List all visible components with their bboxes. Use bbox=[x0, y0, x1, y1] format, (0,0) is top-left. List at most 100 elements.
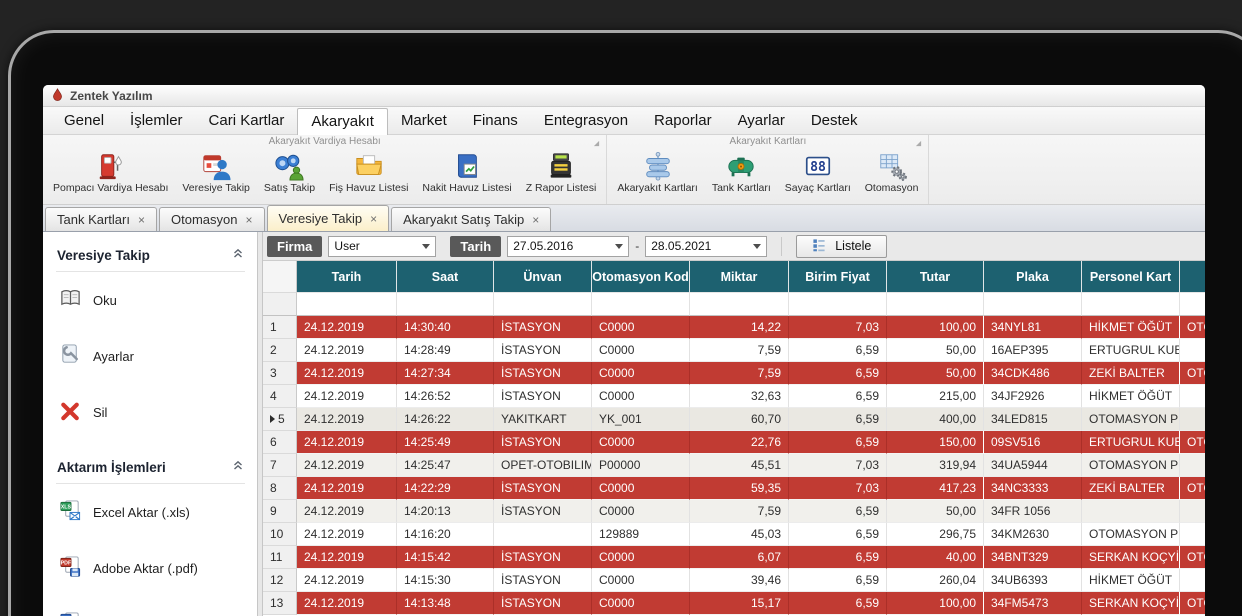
column-header-tutar[interactable]: Tutar bbox=[887, 261, 984, 293]
menu-item-genel[interactable]: Genel bbox=[51, 108, 117, 134]
cell-plaka[interactable]: 34UB6393 bbox=[984, 569, 1082, 592]
cell-kod[interactable]: P00000 bbox=[592, 454, 690, 477]
column-header-personel[interactable]: Personel Kart bbox=[1082, 261, 1180, 293]
cell-kod[interactable]: C0000 bbox=[592, 385, 690, 408]
cell-tutar[interactable]: 417,23 bbox=[887, 477, 984, 500]
filter-cell-miktar[interactable] bbox=[690, 293, 789, 316]
ribbon-button-akaryakit-kartlari[interactable]: Akaryakıt Kartları bbox=[610, 149, 705, 196]
filter-cell-tarih[interactable] bbox=[297, 293, 397, 316]
cell-plaka[interactable]: 34NC3333 bbox=[984, 477, 1082, 500]
ribbon-button-sayac-kartlari[interactable]: 88Sayaç Kartları bbox=[778, 149, 858, 196]
date-to-select[interactable]: 28.05.2021 bbox=[645, 236, 767, 257]
cell-unvan[interactable]: İSTASYON bbox=[494, 569, 592, 592]
ribbon-button-otomasyon[interactable]: Otomasyon bbox=[858, 149, 926, 196]
filter-cell-kod[interactable] bbox=[592, 293, 690, 316]
cell-plaka[interactable]: 34FM5473 bbox=[984, 592, 1082, 615]
cell-extra[interactable] bbox=[1180, 454, 1205, 477]
cell-tutar[interactable]: 40,00 bbox=[887, 546, 984, 569]
table-row[interactable]: 324.12.201914:27:34İSTASYONC00007,596,59… bbox=[263, 362, 1205, 385]
cell-tarih[interactable]: 24.12.2019 bbox=[297, 477, 397, 500]
menu-item-cari-kartlar[interactable]: Cari Kartlar bbox=[196, 108, 298, 134]
cell-kod[interactable]: C0000 bbox=[592, 477, 690, 500]
cell-plaka[interactable]: 34CDK486 bbox=[984, 362, 1082, 385]
cell-miktar[interactable]: 7,59 bbox=[690, 362, 789, 385]
cell-kod[interactable]: C0000 bbox=[592, 546, 690, 569]
cell-unvan[interactable]: İSTASYON bbox=[494, 477, 592, 500]
cell-extra[interactable]: OTO bbox=[1180, 316, 1205, 339]
table-row[interactable]: 224.12.201914:28:49İSTASYONC00007,596,59… bbox=[263, 339, 1205, 362]
cell-personel[interactable]: ERTUGRUL KUBAT bbox=[1082, 339, 1180, 362]
cell-plaka[interactable]: 34NYL81 bbox=[984, 316, 1082, 339]
table-row[interactable]: 524.12.201914:26:22YAKITKARTYK_00160,706… bbox=[263, 408, 1205, 431]
table-row[interactable]: 924.12.201914:20:13İSTASYONC00007,596,59… bbox=[263, 500, 1205, 523]
cell-saat[interactable]: 14:28:49 bbox=[397, 339, 494, 362]
cell-extra[interactable] bbox=[1180, 523, 1205, 546]
tab-otomasyon[interactable]: Otomasyon× bbox=[159, 207, 265, 231]
cell-personel[interactable]: HİKMET ÖĞÜT bbox=[1082, 385, 1180, 408]
cell-tarih[interactable]: 24.12.2019 bbox=[297, 339, 397, 362]
cell-miktar[interactable]: 59,35 bbox=[690, 477, 789, 500]
cell-saat[interactable]: 14:15:42 bbox=[397, 546, 494, 569]
cell-kod[interactable]: C0000 bbox=[592, 431, 690, 454]
cell-extra[interactable] bbox=[1180, 408, 1205, 431]
column-header-birim_fiyat[interactable]: Birim Fiyat bbox=[789, 261, 887, 293]
sidebar-item-adobe-aktar[interactable]: PDFAdobe Aktar (.pdf) bbox=[56, 540, 245, 596]
cell-kod[interactable]: C0000 bbox=[592, 569, 690, 592]
cell-miktar[interactable]: 45,03 bbox=[690, 523, 789, 546]
cell-tutar[interactable]: 150,00 bbox=[887, 431, 984, 454]
menu-item-raporlar[interactable]: Raporlar bbox=[641, 108, 725, 134]
date-from-select[interactable]: 27.05.2016 bbox=[507, 236, 629, 257]
cell-kod[interactable]: C0000 bbox=[592, 362, 690, 385]
cell-extra[interactable] bbox=[1180, 385, 1205, 408]
cell-tarih[interactable]: 24.12.2019 bbox=[297, 500, 397, 523]
column-header-extra[interactable] bbox=[1180, 261, 1205, 293]
cell-miktar[interactable]: 7,59 bbox=[690, 339, 789, 362]
tab-veresiye-takip[interactable]: Veresiye Takip× bbox=[267, 205, 390, 231]
cell-birim_fiyat[interactable]: 7,03 bbox=[789, 454, 887, 477]
column-header-tarih[interactable]: Tarih bbox=[297, 261, 397, 293]
cell-unvan[interactable]: İSTASYON bbox=[494, 385, 592, 408]
cell-birim_fiyat[interactable]: 6,59 bbox=[789, 592, 887, 615]
cell-personel[interactable]: HİKMET ÖĞÜT bbox=[1082, 316, 1180, 339]
cell-tarih[interactable]: 24.12.2019 bbox=[297, 408, 397, 431]
cell-unvan[interactable]: İSTASYON bbox=[494, 431, 592, 454]
close-icon[interactable]: × bbox=[138, 214, 145, 226]
menu-item-ayarlar[interactable]: Ayarlar bbox=[725, 108, 798, 134]
firma-select[interactable]: User bbox=[328, 236, 436, 257]
column-header-unvan[interactable]: Ünvan bbox=[494, 261, 592, 293]
ribbon-button-veresiye-takip[interactable]: Veresiye Takip bbox=[175, 149, 257, 196]
cell-birim_fiyat[interactable]: 6,59 bbox=[789, 385, 887, 408]
cell-kod[interactable]: C0000 bbox=[592, 339, 690, 362]
cell-tutar[interactable]: 50,00 bbox=[887, 500, 984, 523]
ribbon-button-pompaci-vardiya-hesabi[interactable]: Pompacı Vardiya Hesabı bbox=[46, 149, 175, 196]
cell-birim_fiyat[interactable]: 6,59 bbox=[789, 339, 887, 362]
table-row[interactable]: 624.12.201914:25:49İSTASYONC000022,766,5… bbox=[263, 431, 1205, 454]
collapse-icon[interactable] bbox=[232, 458, 244, 476]
cell-extra[interactable]: OTO bbox=[1180, 477, 1205, 500]
sidebar-item-ayarlar[interactable]: Ayarlar bbox=[56, 328, 245, 384]
cell-extra[interactable]: OTO bbox=[1180, 546, 1205, 569]
ribbon-button-fis-havuz-listesi[interactable]: Fiş Havuz Listesi bbox=[322, 149, 415, 196]
table-row[interactable]: 824.12.201914:22:29İSTASYONC000059,357,0… bbox=[263, 477, 1205, 500]
menu-item-finans[interactable]: Finans bbox=[460, 108, 531, 134]
cell-plaka[interactable]: 34UA5944 bbox=[984, 454, 1082, 477]
cell-miktar[interactable]: 45,51 bbox=[690, 454, 789, 477]
sidebar-item-excel-aktar[interactable]: XLSExcel Aktar (.xls) bbox=[56, 484, 245, 540]
sidebar-item-oku[interactable]: Oku bbox=[56, 272, 245, 328]
ribbon-button-satis-takip[interactable]: Satış Takip bbox=[257, 149, 322, 196]
cell-extra[interactable]: OTO bbox=[1180, 592, 1205, 615]
cell-saat[interactable]: 14:20:13 bbox=[397, 500, 494, 523]
menu-item-entegrasyon[interactable]: Entegrasyon bbox=[531, 108, 641, 134]
sidebar-item-sil[interactable]: Sil bbox=[56, 384, 245, 440]
cell-birim_fiyat[interactable]: 6,59 bbox=[789, 500, 887, 523]
cell-kod[interactable]: C0000 bbox=[592, 592, 690, 615]
cell-unvan[interactable]: İSTASYON bbox=[494, 362, 592, 385]
cell-tarih[interactable]: 24.12.2019 bbox=[297, 385, 397, 408]
cell-kod[interactable]: YK_001 bbox=[592, 408, 690, 431]
cell-saat[interactable]: 14:30:40 bbox=[397, 316, 494, 339]
cell-tutar[interactable]: 400,00 bbox=[887, 408, 984, 431]
column-header-kod[interactable]: Otomasyon Kod bbox=[592, 261, 690, 293]
cell-tarih[interactable]: 24.12.2019 bbox=[297, 523, 397, 546]
cell-tarih[interactable]: 24.12.2019 bbox=[297, 454, 397, 477]
tab-akaryakit-satis-takip[interactable]: Akaryakıt Satış Takip× bbox=[391, 207, 551, 231]
